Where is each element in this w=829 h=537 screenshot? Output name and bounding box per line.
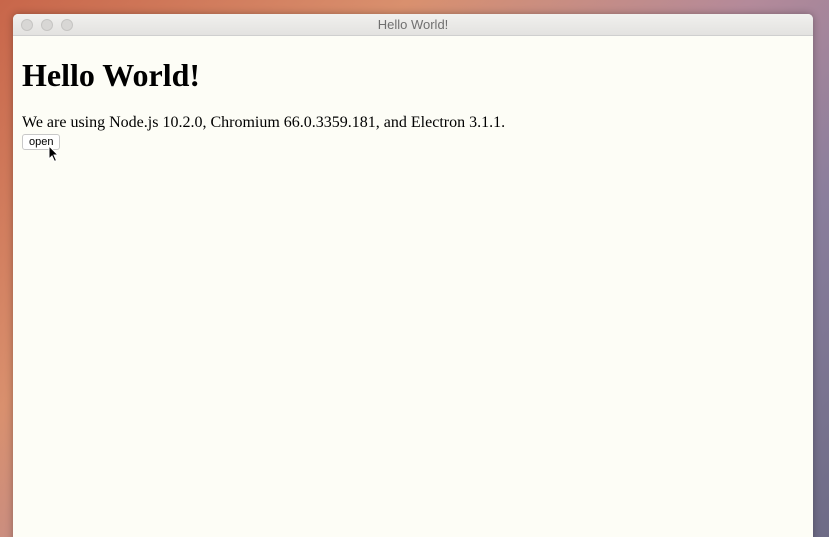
page-heading: Hello World! bbox=[22, 57, 201, 93]
page-content: Hello World! We are using Node.js 10.2.0… bbox=[13, 57, 813, 150]
window-title: Hello World! bbox=[377, 17, 449, 32]
mouse-cursor-icon bbox=[48, 145, 60, 163]
title-bar[interactable]: Hello World! bbox=[13, 14, 813, 36]
app-window: Hello World! Hello World! We are using N… bbox=[13, 14, 813, 537]
versions-text: We are using Node.js 10.2.0, Chromium 66… bbox=[22, 114, 506, 131]
